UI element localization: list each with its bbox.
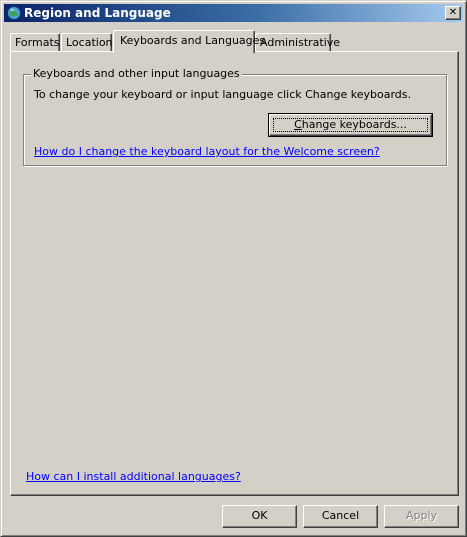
close-button[interactable]: ✕	[445, 6, 461, 20]
tab-keyboards-and-languages[interactable]: Keyboards and Languages	[113, 30, 265, 53]
welcome-screen-keyboard-link[interactable]: How do I change the keyboard layout for …	[34, 145, 380, 159]
region-language-dialog: Region and Language ✕ Formats Location K…	[0, 0, 467, 537]
tab-formats-label: Formats	[15, 36, 60, 49]
tab-administrative[interactable]: Administrative	[255, 33, 340, 51]
keyboards-groupbox: Keyboards and other input languages To c…	[23, 67, 447, 166]
tab-formats[interactable]: Formats	[10, 33, 60, 51]
tab-administrative-label: Administrative	[260, 36, 341, 49]
cancel-button[interactable]: Cancel	[303, 505, 378, 528]
install-languages-link[interactable]: How can I install additional languages?	[26, 470, 241, 484]
change-keyboards-button[interactable]: Change keyboards...	[268, 113, 433, 137]
tab-strip: Formats Location Keyboards and Languages…	[10, 30, 460, 53]
tab-keyboards-label: Keyboards and Languages	[120, 34, 266, 47]
tab-panel-keyboards: Keyboards and other input languages To c…	[10, 51, 459, 496]
close-icon: ✕	[448, 7, 458, 18]
window-title: Region and Language	[24, 6, 171, 20]
tab-location-label: Location	[66, 36, 113, 49]
ok-button[interactable]: OK	[222, 505, 297, 528]
change-keyboards-label: Change keyboards...	[294, 118, 407, 131]
groupbox-description: To change your keyboard or input languag…	[34, 88, 411, 101]
title-bar[interactable]: Region and Language ✕	[4, 4, 463, 22]
apply-button[interactable]: Apply	[384, 505, 459, 528]
globe-icon	[7, 6, 21, 20]
groupbox-title: Keyboards and other input languages	[31, 67, 242, 81]
tab-location[interactable]: Location	[61, 33, 113, 51]
